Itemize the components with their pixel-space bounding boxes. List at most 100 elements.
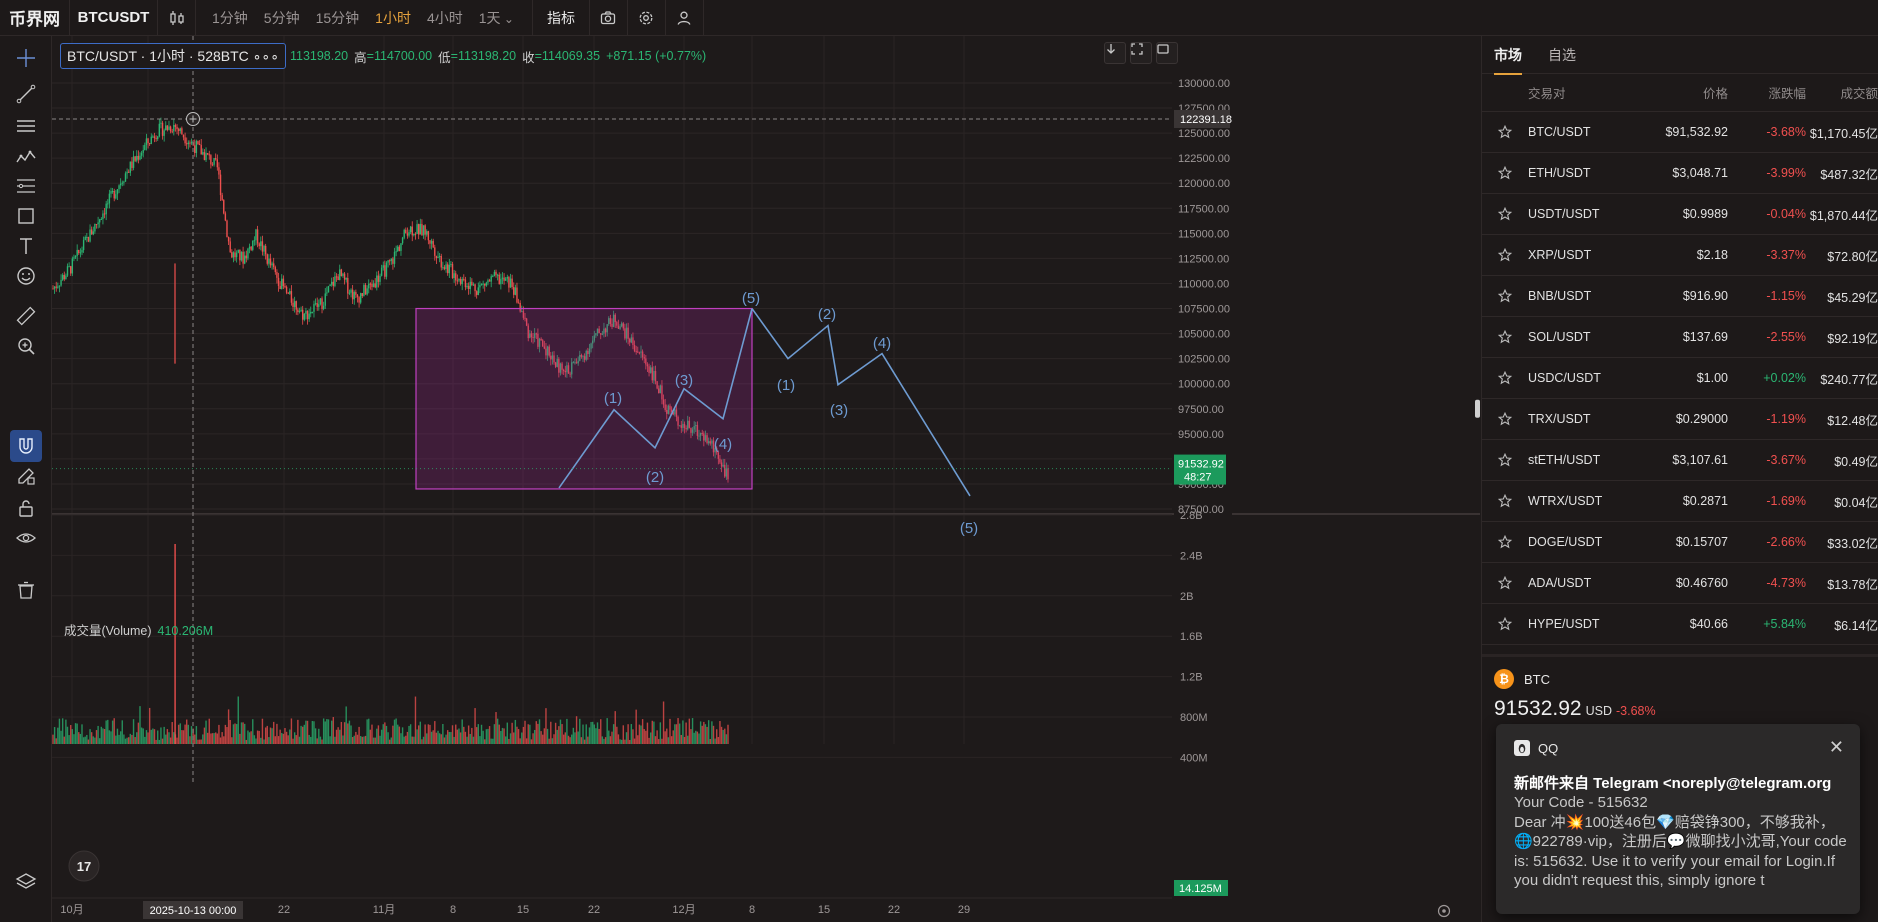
tab-watchlist[interactable]: 自选 (1548, 35, 1576, 75)
scroll-to-latest-button[interactable] (1104, 42, 1126, 64)
candle-body (282, 278, 285, 287)
volume-bar (261, 718, 264, 744)
close-notification-button[interactable]: ✕ (1829, 737, 1844, 758)
favorite-star-button[interactable] (1482, 248, 1528, 262)
candle-body (184, 137, 186, 144)
candle-body (356, 294, 359, 298)
layers-button[interactable] (10, 866, 42, 898)
favorite-star-button[interactable] (1482, 330, 1528, 344)
market-row[interactable]: stETH/USDT $3,107.61 -3.67% $0.49亿 (1482, 440, 1878, 481)
favorite-star-button[interactable] (1482, 125, 1528, 139)
chart-area[interactable]: (1) (2) (3) (4) (5) (1) (2) (3) (4) (5) 130000.00 1… (52, 36, 1480, 922)
market-row[interactable]: ETH/USDT $3,048.71 -3.99% $487.32亿 (1482, 153, 1878, 194)
market-row[interactable]: HYPE/USDT $40.66 +5.84% $6.14亿 (1482, 604, 1878, 645)
symbol-selector[interactable]: BTCUSDT (70, 0, 158, 36)
delete-drawings-button[interactable] (10, 574, 42, 606)
market-row[interactable]: DOGE/USDT $0.15707 -2.66% $33.02亿 (1482, 522, 1878, 563)
candle-body (321, 298, 323, 310)
text-tool[interactable] (10, 230, 42, 262)
qq-mail-notification[interactable]: QQ ✕ 新邮件来自 Telegram <noreply@telegram.or… (1496, 724, 1860, 914)
zoom-tool[interactable] (10, 330, 42, 362)
account-button[interactable] (666, 0, 704, 36)
lock-drawings-button[interactable] (10, 492, 42, 524)
favorite-star-button[interactable] (1482, 576, 1528, 590)
tab-market[interactable]: 市场 (1494, 35, 1522, 75)
favorite-star-button[interactable] (1482, 412, 1528, 426)
volume-bar (366, 719, 368, 744)
volume-bar (266, 725, 268, 744)
volume-bar (268, 737, 270, 744)
volume-bar (548, 738, 550, 744)
market-row[interactable]: BNB/USDT $916.90 -1.15% $45.29亿 (1482, 276, 1878, 317)
row-volume: $6.14亿 (1834, 618, 1878, 633)
horizontal-lines-tool[interactable] (10, 110, 42, 142)
candle-body (310, 311, 312, 314)
volume-bar (255, 738, 257, 744)
volume-bar (727, 724, 729, 744)
market-row[interactable]: BTC/USDT $91,532.92 -3.68% $1,170.45亿 (1482, 112, 1878, 153)
favorite-star-button[interactable] (1482, 494, 1528, 508)
favorite-star-button[interactable] (1482, 207, 1528, 221)
market-row[interactable]: WTRX/USDT $0.2871 -1.69% $0.04亿 (1482, 481, 1878, 522)
candle-body (218, 167, 220, 175)
candle-body (369, 283, 372, 285)
candle-body (240, 251, 243, 261)
favorite-star-button[interactable] (1482, 617, 1528, 631)
market-row[interactable]: USDC/USDT $1.00 +0.02% $240.77亿 (1482, 358, 1878, 399)
candle-body (330, 281, 333, 285)
interval-1h[interactable]: 1小时 (367, 8, 419, 28)
volume-bar (353, 735, 355, 744)
candle-body (168, 126, 170, 130)
hide-drawings-button[interactable] (10, 522, 42, 554)
trend-line-tool[interactable] (10, 78, 42, 110)
volume-bar (556, 729, 558, 744)
candle-body (255, 229, 257, 241)
drawing-mode-button[interactable] (10, 460, 42, 492)
price-chart[interactable]: (1) (2) (3) (4) (5) (1) (2) (3) (4) (5) 130000.00 1… (52, 36, 1480, 922)
interval-5m[interactable]: 5分钟 (256, 8, 308, 28)
header-change[interactable]: 涨跌幅 (1728, 83, 1806, 102)
volume-bar (633, 738, 636, 744)
interval-15m[interactable]: 15分钟 (308, 8, 368, 28)
volume-bar (554, 722, 557, 744)
candle-body (342, 273, 344, 277)
top-toolbar: 币界网 BTCUSDT 1分钟 5分钟 15分钟 1小时 4小时 1天 指标 (0, 0, 1878, 36)
site-logo[interactable]: 币界网 (0, 0, 70, 36)
header-price[interactable]: 价格 (1648, 83, 1728, 102)
favorite-star-button[interactable] (1482, 371, 1528, 385)
rectangle-tool[interactable] (10, 200, 42, 232)
row-price: $1.00 (1696, 371, 1728, 385)
screenshot-button[interactable] (590, 0, 628, 36)
settings-button[interactable] (628, 0, 666, 36)
ruler-tool[interactable] (10, 300, 42, 332)
favorite-star-button[interactable] (1482, 453, 1528, 467)
market-row[interactable]: TRX/USDT $0.29000 -1.19% $12.48亿 (1482, 399, 1878, 440)
interval-1m[interactable]: 1分钟 (204, 8, 256, 28)
magnet-mode-button[interactable] (10, 430, 42, 462)
interval-4h[interactable]: 4小时 (419, 8, 471, 28)
volume-bar (339, 729, 341, 744)
reset-chart-button[interactable] (1156, 42, 1178, 64)
symbol-legend[interactable]: BTC/USDT · 1小时 · 528BTC ∘∘∘ (60, 43, 286, 69)
volume-bar (709, 738, 711, 744)
favorite-star-button[interactable] (1482, 289, 1528, 303)
volume-bar (680, 734, 682, 744)
market-row[interactable]: USDT/USDT $0.9989 -0.04% $1,870.44亿 (1482, 194, 1878, 235)
fullscreen-button[interactable] (1130, 42, 1152, 64)
favorite-star-button[interactable] (1482, 535, 1528, 549)
volume-tick-label: 1.6B (1180, 631, 1203, 643)
compare-symbols-button[interactable] (158, 0, 196, 36)
market-row[interactable]: XRP/USDT $2.18 -3.37% $72.80亿 (1482, 235, 1878, 276)
header-volume[interactable]: 成交额 (1806, 83, 1878, 102)
candle-body (334, 276, 336, 286)
market-row[interactable]: ADA/USDT $0.46760 -4.73% $13.78亿 (1482, 563, 1878, 604)
market-row[interactable]: SOL/USDT $137.69 -2.55% $92.19亿 (1482, 317, 1878, 358)
header-pair[interactable]: 交易对 (1528, 83, 1648, 102)
indicators-button[interactable]: 指标 (533, 0, 590, 36)
crosshair-tool[interactable] (10, 42, 42, 74)
favorite-star-button[interactable] (1482, 166, 1528, 180)
volume-bar (638, 724, 641, 744)
fibonacci-tool[interactable] (10, 170, 42, 202)
interval-1d-dropdown[interactable]: 1天 (471, 8, 522, 28)
emoji-tool[interactable] (10, 260, 42, 292)
